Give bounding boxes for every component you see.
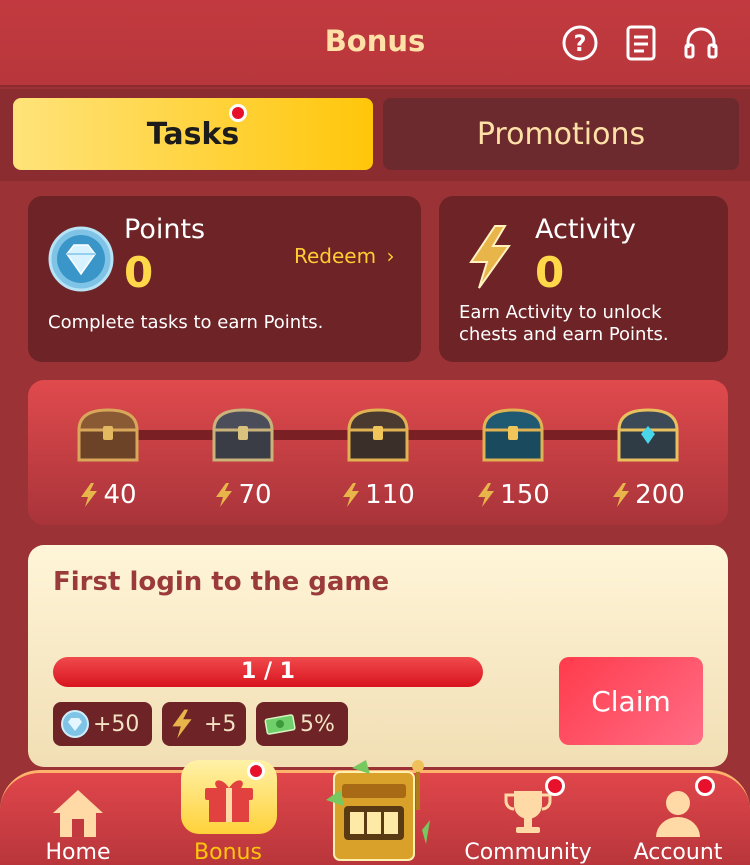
trophy-icon	[463, 787, 593, 839]
activity-label: Activity	[535, 214, 636, 245]
header-bar: Bonus ?	[0, 0, 750, 87]
tab-tasks-label: Tasks	[146, 116, 240, 152]
home-icon	[13, 787, 143, 839]
document-icon[interactable]	[624, 24, 660, 62]
slot-machine-icon[interactable]	[322, 750, 432, 865]
user-icon	[613, 787, 743, 839]
points-value: 0	[124, 248, 154, 297]
chest-icon[interactable]	[208, 404, 278, 466]
points-card: Points 0 Redeem › Complete tasks to earn…	[28, 196, 421, 362]
reward-cashback: 5%	[256, 702, 348, 746]
chest-icon[interactable]	[73, 404, 143, 466]
lightning-icon	[172, 709, 192, 739]
points-label: Points	[124, 214, 206, 245]
svg-text:?: ?	[574, 32, 587, 57]
task-card: First login to the game 1 / 1 +50 +5 5% …	[28, 545, 728, 767]
chest-icon[interactable]	[478, 404, 548, 466]
notification-dot	[229, 104, 247, 122]
task-title: First login to the game	[53, 567, 390, 597]
activity-description-line1: Earn Activity to unlock	[459, 302, 662, 323]
nav-account-label: Account	[633, 840, 723, 865]
cash-icon	[264, 714, 296, 735]
reward-activity: +5	[162, 702, 246, 746]
claim-button[interactable]: Claim	[559, 657, 703, 745]
chest-icon[interactable]	[343, 404, 413, 466]
tab-promotions-label: Promotions	[476, 116, 646, 152]
reward-cashback-value: 5%	[300, 711, 335, 737]
diamond-icon	[48, 226, 114, 292]
chest-cost-value: 40	[103, 480, 137, 510]
notification-dot	[247, 762, 265, 780]
headset-icon[interactable]	[683, 24, 719, 62]
chest-cost-value: 110	[365, 480, 415, 510]
redeem-link[interactable]: Redeem ›	[294, 244, 394, 268]
reward-points: +50	[53, 702, 152, 746]
chest-cost: 40	[63, 480, 153, 510]
task-progress-bar: 1 / 1	[53, 657, 483, 687]
help-icon[interactable]: ?	[562, 24, 598, 62]
notification-dot	[545, 776, 565, 796]
nav-home[interactable]: Home	[13, 773, 143, 865]
reward-activity-value: +5	[204, 711, 237, 737]
chest-cost: 150	[468, 480, 558, 510]
chest-cost: 200	[603, 480, 693, 510]
chest-cost-value: 150	[500, 480, 550, 510]
chest-progress-strip: 40 70 110 150 200	[28, 380, 728, 525]
task-progress-text: 1 / 1	[241, 659, 295, 684]
points-description: Complete tasks to earn Points.	[48, 312, 324, 333]
chest-cost: 110	[333, 480, 423, 510]
redeem-label: Redeem	[294, 244, 377, 268]
chest-cost-value: 70	[238, 480, 272, 510]
diamond-icon	[61, 710, 89, 738]
chest-icon[interactable]	[613, 404, 683, 466]
activity-card: Activity 0 Earn Activity to unlock chest…	[439, 196, 728, 362]
nav-account[interactable]: Account	[613, 773, 743, 865]
notification-dot	[695, 776, 715, 796]
chest-cost: 70	[198, 480, 288, 510]
chevron-right-icon: ›	[386, 244, 395, 268]
activity-value: 0	[535, 248, 565, 297]
lightning-icon	[465, 224, 515, 290]
nav-community-label: Community	[464, 840, 592, 865]
gift-icon	[201, 772, 257, 828]
nav-bonus-label: Bonus	[194, 840, 262, 865]
tab-bar: Tasks Promotions	[0, 89, 750, 181]
nav-bonus-icon-bg[interactable]	[181, 760, 277, 834]
nav-home-label: Home	[45, 840, 111, 865]
activity-description: Earn Activity to unlock chests and earn …	[459, 302, 669, 346]
reward-points-value: +50	[93, 711, 140, 737]
nav-community[interactable]: Community	[463, 773, 593, 865]
tab-tasks[interactable]: Tasks	[13, 98, 373, 170]
tab-promotions[interactable]: Promotions	[383, 98, 739, 170]
chest-cost-value: 200	[635, 480, 685, 510]
activity-description-line2: chests and earn Points.	[459, 324, 669, 345]
